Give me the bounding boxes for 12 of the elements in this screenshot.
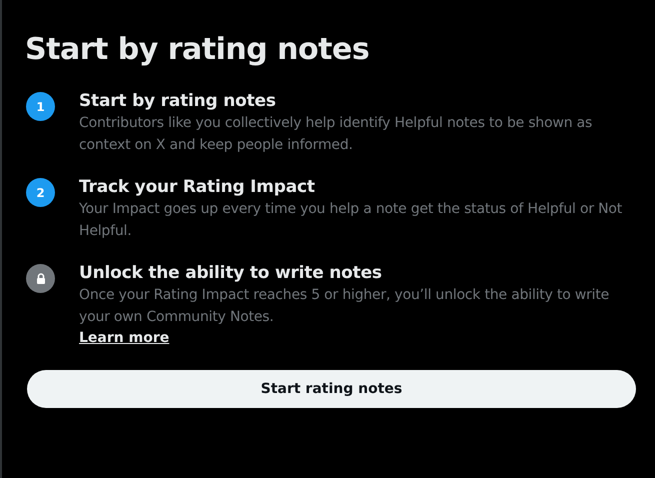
step-description: Contributors like you collectively help identify Helpful notes to be shown as context on X and keep people informed. [79,114,594,155]
step-description: Your Impact goes up every time you help a note get the status of Helpful or Not Helpful. [79,200,624,241]
lock-icon [26,264,55,293]
learn-more-link[interactable]: Learn more [79,328,170,348]
step-number: 2 [26,178,55,207]
step-heading: Unlock the ability to write notes [79,262,383,284]
step-number: 1 [26,92,55,121]
step-heading: Start by rating notes [79,90,277,112]
page-title: Start by rating notes [25,31,370,69]
step-heading: Track your Rating Impact [79,176,316,198]
step-description: Once your Rating Impact reaches 5 or higher, you’ll unlock the ability to write your own Community Notes. [79,286,610,327]
start-rating-button[interactable]: Start rating notes [27,370,636,408]
